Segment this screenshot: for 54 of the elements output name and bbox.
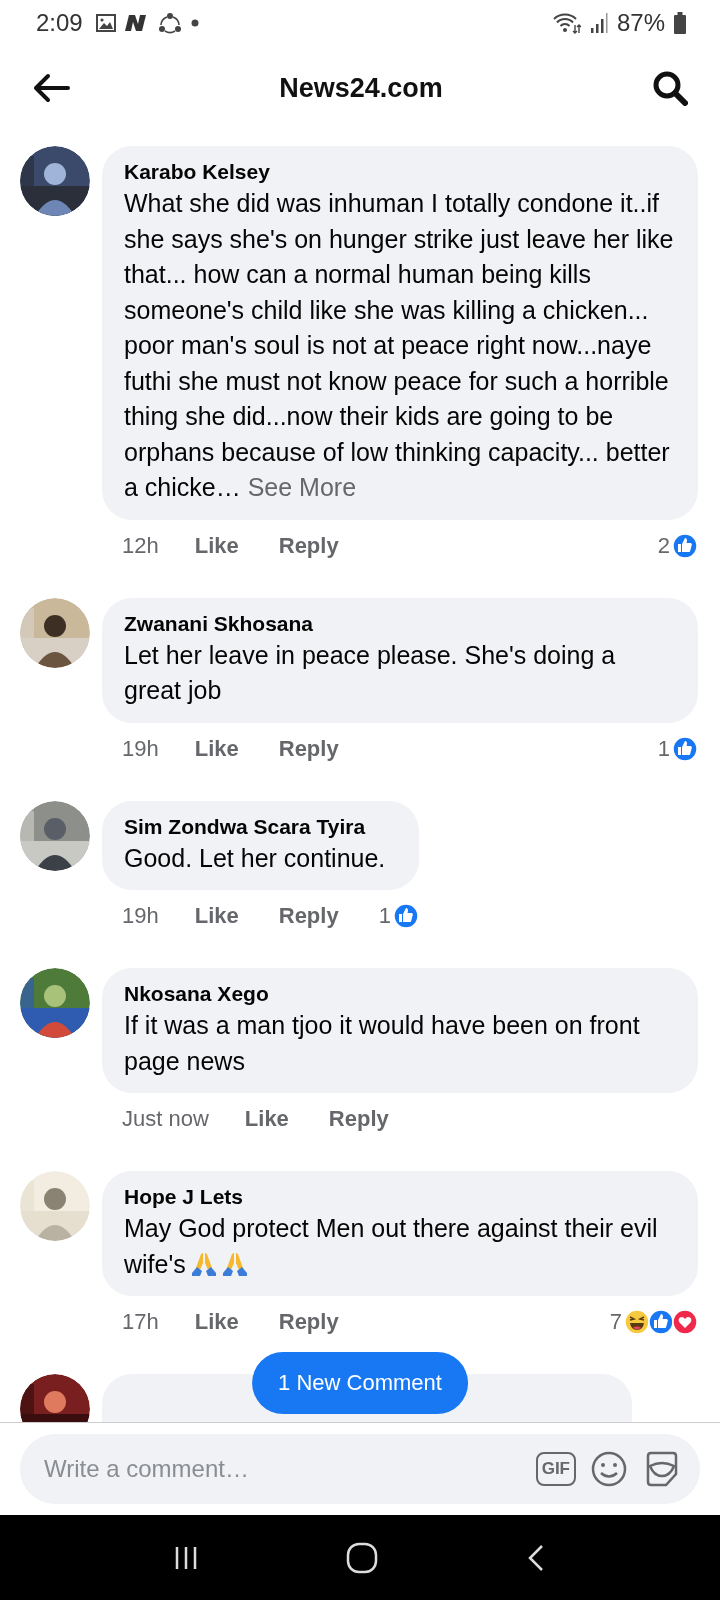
back-arrow-icon [32,73,70,103]
reply-button[interactable]: Reply [328,1106,389,1132]
reply-button[interactable]: Reply [278,903,339,929]
like-button[interactable]: Like [194,532,239,559]
reply-button[interactable]: Reply [278,532,339,559]
thumbs-up-icon [672,532,698,559]
reaction-count: 1 [378,903,391,929]
comment-text: Good. Let her continue. [124,842,387,874]
battery-icon [674,12,686,34]
battery-percentage: 87% [616,9,665,37]
see-more-link[interactable]: See More [247,473,357,501]
thumbs-up-icon [648,1309,674,1335]
comment-time: 12h [122,532,159,559]
reply-button[interactable]: Reply [278,735,339,762]
commenter-name[interactable]: Sim Zondwa Scara Tyira [124,812,397,841]
comment-text: Let her leave in peace please. She's doing a great job [124,639,617,706]
thumbs-up-icon [392,903,419,929]
app-logo-icon [124,14,149,32]
comment-text: What she did was inhuman I totally condone it..if she says she's on hunger strike just leave her like that... how can a normal human being kills someone's child like she was killing a chicken... poor man's soul is not at peace right now...naye futhi she must not know peace for such a horrible thing she did...now their kids are going to be orphans because of low thinking capacity... better a chicke… See More [124,188,675,503]
gallery-icon [95,14,116,32]
reaction-count: 7 [609,1309,622,1335]
commenter-name[interactable]: Zwanani Skhosana [124,609,676,638]
praying-hands-icon [221,1250,248,1277]
status-time: 2:09 [36,9,83,37]
like-button[interactable]: Like [194,735,239,762]
smiley-icon[interactable] [590,1450,628,1488]
commenter-name[interactable]: Hope J Lets [124,1183,676,1211]
commenter-name[interactable]: Karabo Kelsey [124,158,676,186]
like-button[interactable]: Like [244,1106,289,1132]
comment-time: 19h [122,903,159,929]
praying-hands-icon [190,1250,217,1277]
wifi-icon [552,12,581,34]
reaction-count: 1 [657,735,670,762]
reaction-count: 2 [657,532,670,559]
comment-text: May God protect Men out there against their evil wife's [124,1213,659,1280]
comment-input-field[interactable]: Write a comment… GIF [20,1434,700,1504]
comment-time: 17h [122,1309,159,1335]
comment-time: 19h [122,735,159,762]
commenter-name[interactable]: Nkosana Xego [124,980,676,1008]
page-title: News24.com [279,72,443,104]
laughing-face-icon [624,1309,650,1335]
like-button[interactable]: Like [194,1309,239,1335]
dot-icon [190,19,199,27]
like-button[interactable]: Like [194,903,239,929]
search-icon [652,70,688,106]
new-comment-button[interactable]: 1 New Comment [252,1352,468,1414]
reply-button[interactable]: Reply [278,1309,339,1335]
thumbs-up-icon [672,735,698,762]
signal-icon [589,12,608,34]
comment-time: Just now [122,1106,209,1132]
share-icon [157,12,182,34]
gif-button[interactable]: GIF [535,1452,576,1486]
comment-text: If it was a man tjoo it would have been on front page news [124,1010,641,1077]
home-icon[interactable] [345,1540,379,1575]
